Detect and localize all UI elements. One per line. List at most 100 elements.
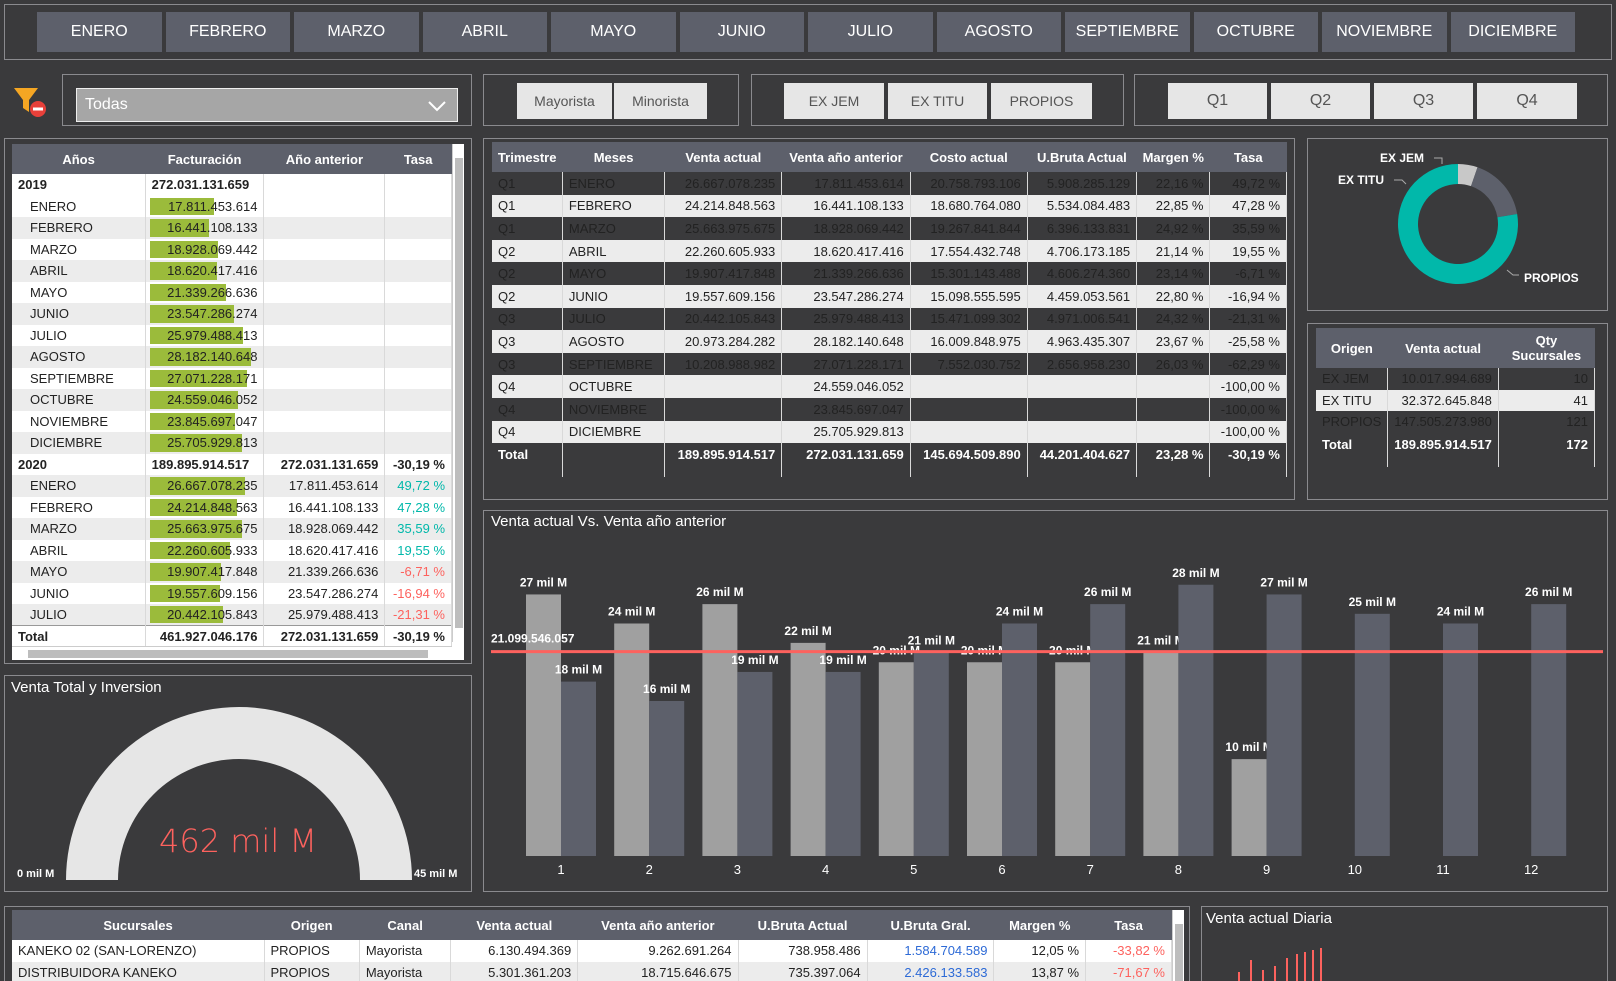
table-row[interactable]: Q4 NOVIEMBRE 23.845.697.047 -100,00 % (492, 397, 1287, 421)
table-row[interactable]: DISTRIBUIDORA KANEKO PROPIOS Mayorista 5.30… (12, 961, 1172, 981)
branch-col-header[interactable]: Origen (264, 910, 360, 940)
month-button-agosto[interactable]: AGOSTO (936, 12, 1061, 52)
bar-series1-5[interactable] (878, 662, 914, 856)
table-row[interactable]: AGOSTO 28.182.140.648 (12, 346, 452, 368)
table-row[interactable]: Q4 DICIEMBRE 25.705.929.813 -100,00 % (492, 420, 1287, 444)
branch-col-header[interactable]: Venta actual (450, 910, 578, 940)
month-button-junio[interactable]: JUNIO (679, 12, 804, 52)
month-button-abril[interactable]: ABRIL (422, 12, 547, 52)
table-row[interactable]: Q1 MARZO 25.663.975.675 18.928.069.442 19.26… (492, 217, 1287, 240)
table-row[interactable]: 2020 189.895.914.517 272.031.131.659 -30,19… (12, 453, 452, 475)
years-col-header[interactable]: Tasa (384, 144, 452, 174)
quarter-q1-button[interactable]: Q1 (1168, 83, 1267, 119)
table-row[interactable]: ABRIL 18.620.417.416 (12, 260, 452, 282)
bar-series1-9[interactable] (1231, 759, 1267, 856)
table-row[interactable]: JULIO 20.442.105.843 25.979.488.413 -21,31 … (12, 604, 452, 626)
years-col-header[interactable]: Año anterior (263, 144, 385, 174)
branch-col-header[interactable]: Margen % (993, 910, 1086, 940)
clear-filter-icon[interactable] (12, 84, 48, 120)
bar-series2-4[interactable] (825, 671, 861, 856)
bar-series1-3[interactable] (702, 604, 738, 856)
origen-col-header[interactable]: Origen (1316, 328, 1388, 368)
bar-series2-5[interactable] (913, 652, 949, 856)
bar-series2-6[interactable] (1002, 623, 1037, 857)
table-row[interactable]: Q3 SEPTIEMBRE 10.208.988.982 27.071.228.171… (492, 352, 1287, 376)
origen-extitu-button[interactable]: EX TITU (888, 83, 987, 119)
table-row[interactable]: Q3 JULIO 20.442.105.843 25.979.488.413 15.47… (492, 307, 1287, 331)
table-row[interactable]: MAYO 21.339.266.636 (12, 281, 452, 303)
table-row[interactable]: MAYO 19.907.417.848 21.339.266.636 -6,71 % (12, 561, 452, 583)
quarter-col-header[interactable]: Tasa (1209, 142, 1287, 172)
bar-series1-2[interactable] (614, 623, 650, 857)
month-button-enero[interactable]: ENERO (37, 12, 162, 52)
donut-slice-ex-titu[interactable] (1471, 167, 1518, 218)
bar-series2-7[interactable] (1090, 604, 1126, 856)
origen-exjem-button[interactable]: EX JEM (784, 83, 884, 119)
quarter-col-header[interactable]: Trimestre (492, 142, 563, 172)
table-row[interactable]: 2019 272.031.131.659 (12, 174, 452, 196)
month-button-marzo[interactable]: MARZO (294, 12, 419, 52)
quarter-col-header[interactable]: Costo actual (910, 142, 1028, 172)
quarter-q2-button[interactable]: Q2 (1271, 83, 1370, 119)
branch-col-header[interactable]: U.Bruta Gral. (867, 910, 994, 940)
table-row[interactable]: Q2 MAYO 19.907.417.848 21.339.266.636 15.301… (492, 262, 1287, 285)
quarter-col-header[interactable]: Margen % (1136, 142, 1210, 172)
table-row[interactable]: EX TITU 32.372.645.848 41 (1316, 389, 1595, 411)
quarter-col-header[interactable]: Meses (562, 142, 665, 172)
vertical-scrollbar[interactable] (452, 144, 464, 642)
month-button-mayo[interactable]: MAYO (551, 12, 676, 52)
quarter-col-header[interactable]: Venta actual (664, 142, 782, 172)
origen-col-header[interactable]: Venta actual (1387, 328, 1499, 368)
years-col-header[interactable]: Años (12, 144, 146, 174)
branch-col-header[interactable]: Venta año anterior (577, 910, 738, 940)
table-row[interactable]: Q2 JUNIO 19.557.609.156 23.547.286.274 15.09… (492, 284, 1287, 308)
table-row[interactable]: Q1 ENERO 26.667.078.235 17.811.453.614 20.75… (492, 172, 1287, 195)
table-row[interactable]: Q1 FEBRERO 24.214.848.563 16.441.108.133 18.… (492, 194, 1287, 218)
bar-series2-9[interactable] (1266, 594, 1302, 856)
month-button-octubre[interactable]: OCTUBRE (1193, 12, 1318, 52)
month-button-julio[interactable]: JULIO (808, 12, 933, 52)
bar-series2-3[interactable] (737, 671, 773, 856)
table-row[interactable]: MARZO 25.663.975.675 18.928.069.442 35,59 % (12, 518, 452, 540)
bar-series2-11[interactable] (1443, 623, 1478, 857)
quarter-col-header[interactable]: Venta año anterior (781, 142, 911, 172)
table-row[interactable]: JUNIO 23.547.286.274 (12, 303, 452, 325)
table-row[interactable]: DICIEMBRE 25.705.929.813 (12, 432, 452, 454)
bar-series2-8[interactable] (1178, 584, 1214, 856)
table-row[interactable]: FEBRERO 24.214.848.563 16.441.108.133 47,28… (12, 496, 452, 518)
bar-series2-2[interactable] (649, 701, 685, 856)
table-row[interactable]: OCTUBRE 24.559.046.052 (12, 389, 452, 411)
vertical-scrollbar[interactable] (1172, 910, 1184, 981)
bar-series1-6[interactable] (967, 662, 1002, 856)
filter-dropdown[interactable]: Todas (76, 88, 458, 122)
origen-col-header[interactable]: Qty Sucursales (1498, 328, 1595, 368)
table-row[interactable]: MARZO 18.928.069.442 (12, 238, 452, 260)
quarter-col-header[interactable]: U.Bruta Actual (1027, 142, 1137, 172)
table-row[interactable]: Q3 AGOSTO 20.973.284.282 28.182.140.648 16.0… (492, 330, 1287, 353)
table-row[interactable]: NOVIEMBRE 23.845.697.047 (12, 410, 452, 432)
table-row[interactable]: ENERO 17.811.453.614 (12, 195, 452, 217)
month-button-febrero[interactable]: FEBRERO (165, 12, 290, 52)
table-row[interactable]: Q2 ABRIL 22.260.605.933 18.620.417.416 17.55… (492, 239, 1287, 263)
table-row[interactable]: JULIO 25.979.488.413 (12, 324, 452, 346)
table-row[interactable]: Q4 OCTUBRE 24.559.046.052 -100,00 % (492, 375, 1287, 398)
bar-series1-7[interactable] (1055, 662, 1091, 856)
bar-series1-4[interactable] (790, 642, 826, 856)
quarter-q4-button[interactable]: Q4 (1477, 83, 1577, 119)
quarter-q3-button[interactable]: Q3 (1374, 83, 1473, 119)
table-row[interactable]: SEPTIEMBRE 27.071.228.171 (12, 367, 452, 389)
month-button-septiembre[interactable]: SEPTIEMBRE (1065, 12, 1190, 52)
branch-col-header[interactable]: U.Bruta Actual (738, 910, 868, 940)
horizontal-scrollbar[interactable] (12, 646, 452, 660)
table-row[interactable]: ABRIL 22.260.605.933 18.620.417.416 19,55 % (12, 539, 452, 561)
bar-series2-1[interactable] (561, 681, 596, 856)
branch-col-header[interactable]: Tasa (1085, 910, 1172, 940)
month-button-diciembre[interactable]: DICIEMBRE (1450, 12, 1575, 52)
origen-propios-button[interactable]: PROPIOS (991, 83, 1092, 119)
table-row[interactable]: JUNIO 19.557.609.156 23.547.286.274 -16,94 … (12, 582, 452, 604)
canal-minorista-button[interactable]: Minorista (614, 83, 707, 119)
bar-series1-8[interactable] (1143, 652, 1179, 856)
table-row[interactable]: FEBRERO 16.441.108.133 (12, 217, 452, 239)
table-row[interactable]: ENERO 26.667.078.235 17.811.453.614 49,72 % (12, 475, 452, 497)
table-row[interactable]: EX JEM 10.017.994.689 10 (1316, 368, 1595, 390)
